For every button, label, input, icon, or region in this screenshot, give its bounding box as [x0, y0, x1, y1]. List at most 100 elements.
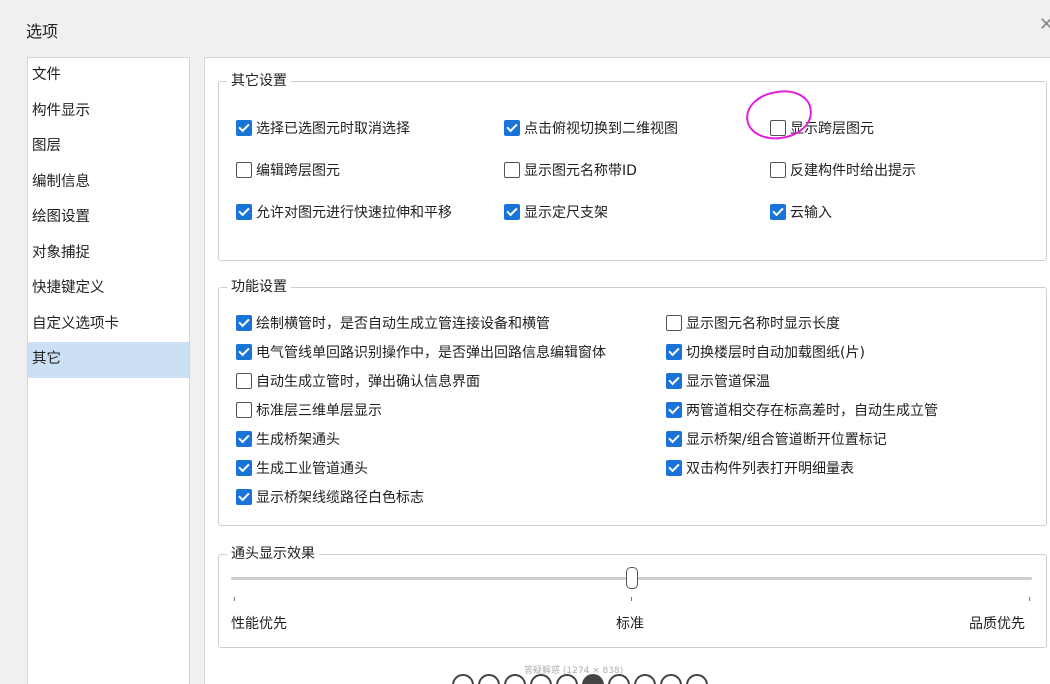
- checkbox-box[interactable]: [504, 162, 520, 178]
- pager-dot[interactable]: [660, 674, 682, 684]
- checkbox-topview-switch-2d[interactable]: 点击俯视切换到二维视图: [504, 118, 678, 138]
- checkbox-quick-stretch-move[interactable]: 允许对图元进行快速拉伸和平移: [236, 202, 452, 222]
- checkbox-riser-confirm-dialog[interactable]: 自动生成立管时，弹出确认信息界面: [236, 371, 480, 391]
- checkbox-label: 切换楼层时自动加载图纸(片): [686, 345, 865, 361]
- other-settings-legend: 其它设置: [227, 72, 291, 90]
- checkbox-box[interactable]: [236, 315, 252, 331]
- sidebar-item-other[interactable]: 其它: [28, 342, 189, 378]
- pager-dot[interactable]: [608, 674, 630, 684]
- checkbox-label: 显示桥架/组合管道断开位置标记: [686, 432, 887, 448]
- checkbox-reverse-build-prompt[interactable]: 反建构件时给出提示: [770, 160, 916, 180]
- sidebar-item-shortcuts[interactable]: 快捷键定义: [28, 271, 189, 307]
- checkbox-show-cross-layer[interactable]: 显示跨层图元: [770, 118, 874, 138]
- sidebar-item-custom-tabs[interactable]: 自定义选项卡: [28, 307, 189, 343]
- checkbox-box[interactable]: [666, 344, 682, 360]
- title-bar: 选项 ✕: [0, 0, 1050, 55]
- checkbox-circuit-info-popup[interactable]: 电气管线单回路识别操作中，是否弹出回路信息编辑窗体: [236, 342, 606, 362]
- checkbox-label: 生成工业管道通头: [256, 461, 368, 477]
- pager-dots: [452, 674, 708, 684]
- checkbox-label: 显示管道保温: [686, 374, 770, 390]
- checkbox-label: 选择已选图元时取消选择: [256, 121, 410, 137]
- checkbox-label: 双击构件列表打开明细量表: [686, 461, 854, 477]
- checkbox-cloud-input[interactable]: 云输入: [770, 202, 832, 222]
- checkbox-box[interactable]: [504, 204, 520, 220]
- checkbox-label: 显示定尺支架: [524, 205, 608, 221]
- checkbox-box[interactable]: [236, 402, 252, 418]
- checkbox-box[interactable]: [236, 120, 252, 136]
- slider-label-performance: 性能优先: [231, 616, 287, 632]
- checkbox-cable-path-white-mark[interactable]: 显示桥架线缆路径白色标志: [236, 487, 424, 507]
- checkbox-deselect-on-reselect[interactable]: 选择已选图元时取消选择: [236, 118, 410, 138]
- function-settings-group: 功能设置 绘制横管时，是否自动生成立管连接设备和横管 显示图元名称时显示长度 电…: [218, 278, 1047, 526]
- checkbox-label: 显示跨层图元: [790, 121, 874, 137]
- checkbox-auto-load-drawings[interactable]: 切换楼层时自动加载图纸(片): [666, 342, 865, 362]
- fitting-display-legend: 通头显示效果: [227, 545, 319, 563]
- checkbox-auto-riser-connect[interactable]: 绘制横管时，是否自动生成立管连接设备和横管: [236, 313, 550, 333]
- sidebar-item-object-snap[interactable]: 对象捕捉: [28, 236, 189, 272]
- checkbox-box[interactable]: [666, 373, 682, 389]
- checkbox-break-position-mark[interactable]: 显示桥架/组合管道断开位置标记: [666, 429, 887, 449]
- options-content: 其它设置 选择已选图元时取消选择 点击俯视切换到二维视图 显示跨层图元 编辑跨层…: [204, 57, 1050, 684]
- checkbox-label: 绘制横管时，是否自动生成立管连接设备和横管: [256, 316, 550, 332]
- pager-dot[interactable]: [634, 674, 656, 684]
- checkbox-box[interactable]: [666, 460, 682, 476]
- options-sidebar: 文件 构件显示 图层 编制信息 绘图设置 对象捕捉 快捷键定义 自定义选项卡 其…: [27, 57, 190, 684]
- checkbox-box[interactable]: [666, 431, 682, 447]
- checkbox-box[interactable]: [770, 162, 786, 178]
- pager-dot[interactable]: [452, 674, 474, 684]
- pager-dot-active[interactable]: [582, 674, 604, 684]
- pager-dot[interactable]: [530, 674, 552, 684]
- checkbox-box[interactable]: [504, 120, 520, 136]
- sidebar-item-layers[interactable]: 图层: [28, 129, 189, 165]
- function-settings-legend: 功能设置: [227, 278, 291, 296]
- checkbox-box[interactable]: [666, 315, 682, 331]
- checkbox-label: 两管道相交存在标高差时，自动生成立管: [686, 403, 938, 419]
- fitting-display-group: 通头显示效果 性能优先 标准 品质优先: [218, 545, 1047, 648]
- checkbox-show-name-length[interactable]: 显示图元名称时显示长度: [666, 313, 840, 333]
- checkbox-tray-fitting[interactable]: 生成桥架通头: [236, 429, 340, 449]
- checkbox-edit-cross-layer[interactable]: 编辑跨层图元: [236, 160, 340, 180]
- quality-slider-thumb[interactable]: [625, 567, 638, 589]
- slider-tick: [1029, 597, 1030, 601]
- slider-tick: [234, 597, 235, 601]
- checkbox-label: 云输入: [790, 205, 832, 221]
- checkbox-standard-floor-3d[interactable]: 标准层三维单层显示: [236, 400, 382, 420]
- checkbox-box[interactable]: [236, 489, 252, 505]
- checkbox-show-pipe-insulation[interactable]: 显示管道保温: [666, 371, 770, 391]
- close-icon[interactable]: ✕: [1039, 14, 1050, 35]
- checkbox-dblclick-open-detail[interactable]: 双击构件列表打开明细量表: [666, 458, 854, 478]
- pager-dot[interactable]: [686, 674, 708, 684]
- sidebar-item-compile-info[interactable]: 编制信息: [28, 165, 189, 201]
- checkbox-label: 点击俯视切换到二维视图: [524, 121, 678, 137]
- sidebar-item-drawing-settings[interactable]: 绘图设置: [28, 200, 189, 236]
- checkbox-box[interactable]: [236, 204, 252, 220]
- checkbox-box[interactable]: [770, 120, 786, 136]
- checkbox-label: 自动生成立管时，弹出确认信息界面: [256, 374, 480, 390]
- checkbox-label: 显示图元名称时显示长度: [686, 316, 840, 332]
- other-settings-group: 其它设置 选择已选图元时取消选择 点击俯视切换到二维视图 显示跨层图元 编辑跨层…: [218, 72, 1047, 261]
- checkbox-box[interactable]: [236, 344, 252, 360]
- checkbox-box[interactable]: [666, 402, 682, 418]
- pager-dot[interactable]: [478, 674, 500, 684]
- checkbox-box[interactable]: [236, 460, 252, 476]
- checkbox-box[interactable]: [236, 162, 252, 178]
- checkbox-label: 允许对图元进行快速拉伸和平移: [256, 205, 452, 221]
- sidebar-item-file[interactable]: 文件: [28, 58, 189, 94]
- checkbox-label: 标准层三维单层显示: [256, 403, 382, 419]
- sidebar-item-component-display[interactable]: 构件显示: [28, 94, 189, 130]
- checkbox-show-name-with-id[interactable]: 显示图元名称带ID: [504, 160, 637, 180]
- checkbox-show-fixed-support[interactable]: 显示定尺支架: [504, 202, 608, 222]
- slider-label-quality: 品质优先: [969, 616, 1025, 632]
- checkbox-box[interactable]: [236, 373, 252, 389]
- checkbox-industrial-pipe-fitting[interactable]: 生成工业管道通头: [236, 458, 368, 478]
- options-dialog: 选项 ✕ 文件 构件显示 图层 编制信息 绘图设置 对象捕捉 快捷键定义 自定义…: [0, 0, 1050, 684]
- pager-dot[interactable]: [556, 674, 578, 684]
- checkbox-box[interactable]: [770, 204, 786, 220]
- checkbox-label: 电气管线单回路识别操作中，是否弹出回路信息编辑窗体: [256, 345, 606, 361]
- checkbox-label: 编辑跨层图元: [256, 163, 340, 179]
- checkbox-label: 反建构件时给出提示: [790, 163, 916, 179]
- checkbox-auto-riser-elevation[interactable]: 两管道相交存在标高差时，自动生成立管: [666, 400, 938, 420]
- pager-dot[interactable]: [504, 674, 526, 684]
- dialog-title: 选项: [26, 22, 59, 41]
- checkbox-box[interactable]: [236, 431, 252, 447]
